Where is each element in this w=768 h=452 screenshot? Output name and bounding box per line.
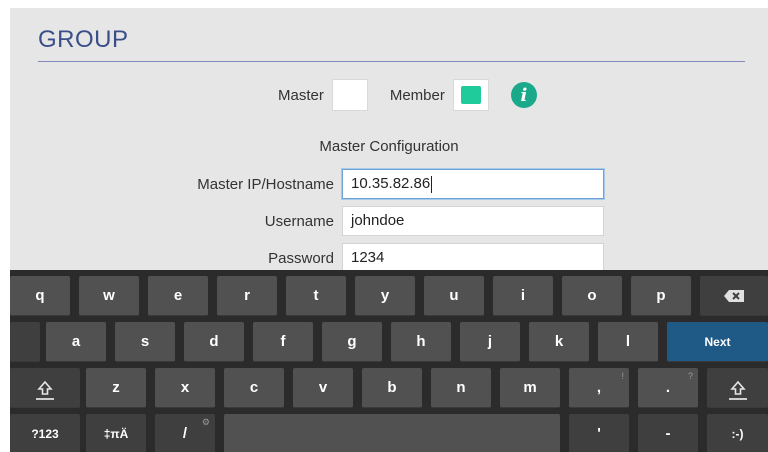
- key-l[interactable]: l: [598, 322, 658, 362]
- gear-icon: ⚙: [201, 417, 210, 427]
- key-r[interactable]: r: [217, 276, 277, 316]
- member-label: Member: [389, 86, 445, 104]
- dash-key[interactable]: -: [638, 414, 698, 452]
- slash-label: /: [182, 425, 188, 442]
- key-h[interactable]: h: [391, 322, 451, 362]
- key-comma-hint: !: [621, 371, 624, 381]
- key-z[interactable]: z: [86, 368, 146, 408]
- username-value: johndoe: [351, 212, 405, 229]
- shift-icon: [729, 380, 746, 395]
- key-period-label: .: [665, 379, 671, 396]
- shift-indicator: [36, 398, 54, 400]
- key-k[interactable]: k: [529, 322, 589, 362]
- key-v[interactable]: v: [293, 368, 353, 408]
- key-t[interactable]: t: [286, 276, 346, 316]
- member-checkbox[interactable]: [452, 79, 489, 111]
- info-icon[interactable]: i: [510, 82, 537, 108]
- key-y[interactable]: y: [355, 276, 415, 316]
- key-period[interactable]: .?: [638, 368, 698, 408]
- field-label-password: Password: [268, 250, 334, 267]
- shift-key-left[interactable]: [10, 368, 80, 408]
- password-input[interactable]: 1234: [342, 243, 604, 273]
- space-key[interactable]: [224, 414, 560, 452]
- key-spacer-left: [10, 322, 40, 362]
- key-o[interactable]: o: [562, 276, 622, 316]
- key-period-hint: ?: [687, 371, 693, 381]
- key-g[interactable]: g: [322, 322, 382, 362]
- language-key[interactable]: ‡πÄ: [86, 414, 146, 452]
- backspace-icon: [724, 289, 744, 302]
- key-e[interactable]: e: [148, 276, 208, 316]
- symbols-key[interactable]: ?123: [10, 414, 80, 452]
- password-value: 1234: [351, 249, 385, 266]
- key-a[interactable]: a: [46, 322, 106, 362]
- slash-key[interactable]: / ⚙: [155, 414, 215, 452]
- username-input[interactable]: johndoe: [342, 206, 604, 236]
- shift-key-right[interactable]: [707, 368, 768, 408]
- key-x[interactable]: x: [155, 368, 215, 408]
- master-checkbox[interactable]: [331, 79, 368, 111]
- title-divider: [38, 61, 745, 62]
- key-j[interactable]: j: [460, 322, 520, 362]
- key-f[interactable]: f: [253, 322, 313, 362]
- key-q[interactable]: q: [10, 276, 70, 316]
- field-label-username: Username: [264, 213, 334, 230]
- checkmark-fill: [460, 86, 481, 104]
- shift-indicator: [728, 398, 747, 400]
- group-settings-screen: GROUP Master Member i Master Configurati…: [10, 8, 768, 452]
- key-m[interactable]: m: [500, 368, 560, 408]
- key-comma-label: ,: [596, 379, 602, 396]
- next-key[interactable]: Next: [667, 322, 768, 362]
- key-c[interactable]: c: [224, 368, 284, 408]
- key-comma[interactable]: ,!: [569, 368, 629, 408]
- apostrophe-key[interactable]: ': [569, 414, 629, 452]
- soft-keyboard: q w e r t y u i o p a s d f g h j k l Ne…: [10, 270, 768, 452]
- section-title: Master Configuration: [319, 138, 459, 155]
- text-caret: [431, 175, 433, 193]
- hostname-input[interactable]: 10.35.82.86: [342, 169, 604, 199]
- role-selector: Master Member i: [278, 79, 537, 111]
- key-d[interactable]: d: [184, 322, 244, 362]
- key-b[interactable]: b: [362, 368, 422, 408]
- key-s[interactable]: s: [115, 322, 175, 362]
- page-title: GROUP: [38, 26, 129, 53]
- smiley-key[interactable]: :-): [707, 414, 768, 452]
- key-u[interactable]: u: [424, 276, 484, 316]
- hostname-value: 10.35.82.86: [351, 175, 431, 192]
- backspace-key[interactable]: [700, 276, 768, 316]
- key-i[interactable]: i: [493, 276, 553, 316]
- key-n[interactable]: n: [431, 368, 491, 408]
- field-label-hostname: Master IP/Hostname: [197, 176, 334, 193]
- key-p[interactable]: p: [631, 276, 691, 316]
- key-w[interactable]: w: [79, 276, 139, 316]
- master-label: Master: [278, 86, 324, 104]
- shift-icon: [37, 380, 53, 395]
